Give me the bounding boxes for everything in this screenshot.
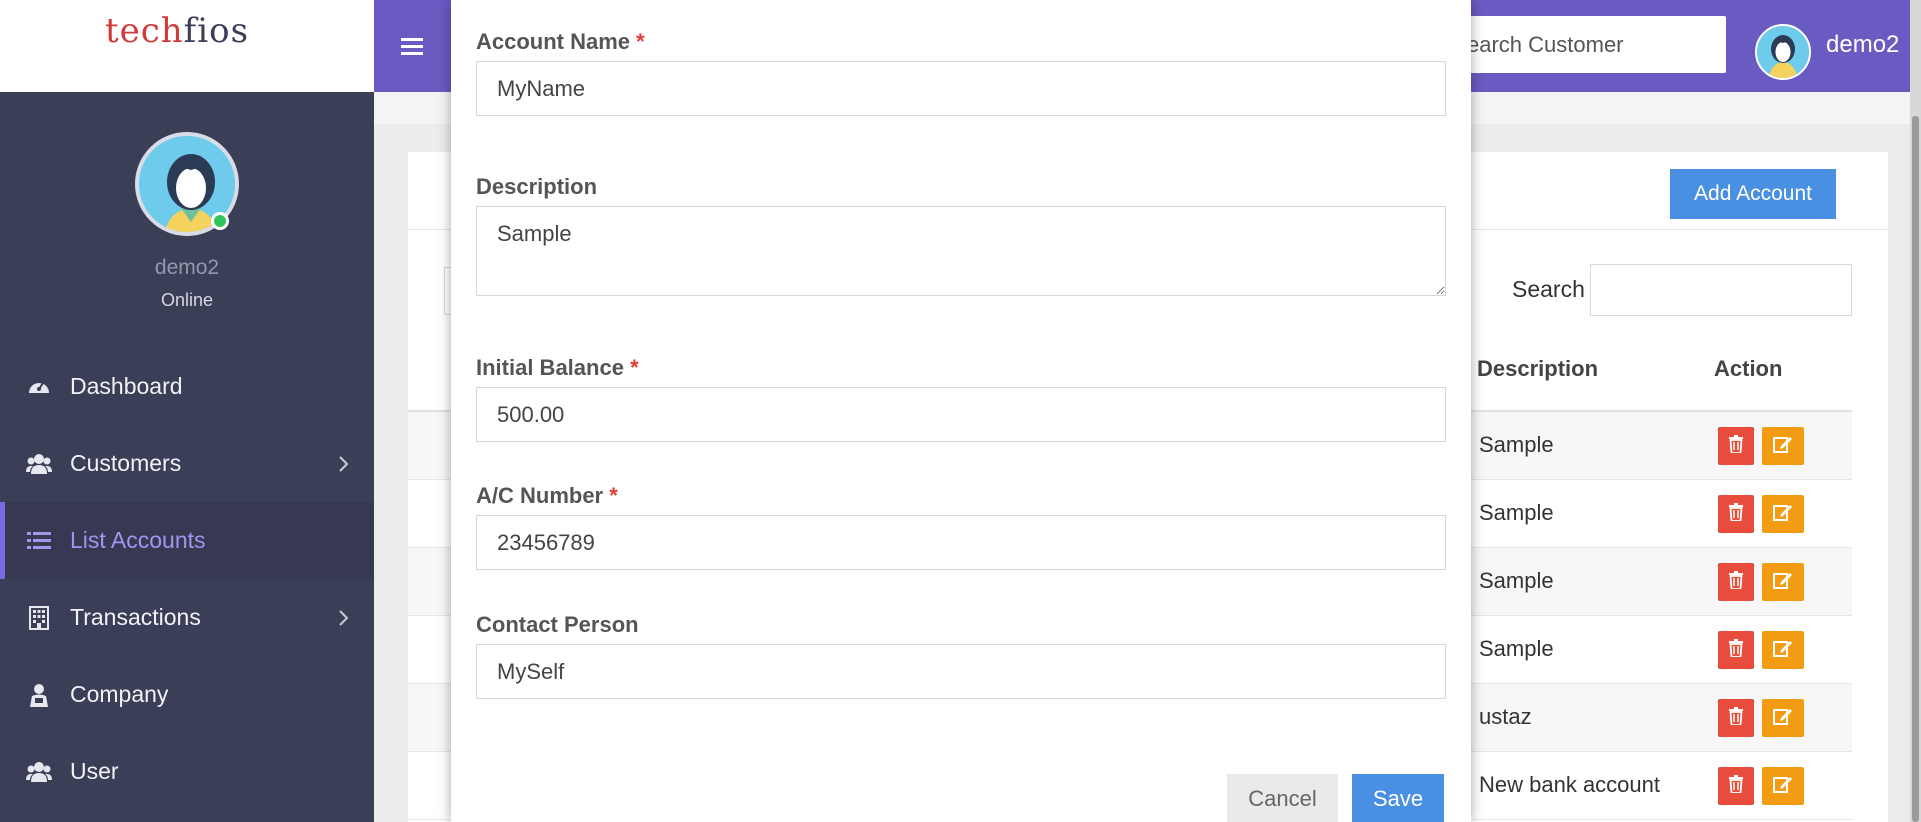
- sidebar-item-transactions[interactable]: Transactions: [0, 579, 374, 656]
- chevron-right-icon: [332, 453, 354, 475]
- user-avatar[interactable]: [1755, 24, 1811, 80]
- sidebar-nav: Dashboard Customers List Accounts Transa…: [0, 348, 374, 810]
- list-icon: [26, 528, 52, 554]
- trash-icon: [1728, 570, 1744, 594]
- row-description: ustaz: [1479, 704, 1532, 729]
- edit-button[interactable]: [1762, 427, 1804, 465]
- edit-icon: [1773, 707, 1793, 730]
- chevron-right-icon: [332, 607, 354, 629]
- online-status-dot: [211, 212, 229, 230]
- users-icon: [26, 759, 52, 785]
- app-logo[interactable]: techfios: [105, 11, 249, 51]
- contact-person-input[interactable]: [476, 644, 1446, 699]
- sidebar-item-label: Dashboard: [70, 373, 183, 399]
- delete-button[interactable]: [1718, 631, 1754, 669]
- sidebar-item-label: Company: [70, 681, 169, 707]
- edit-button[interactable]: [1762, 495, 1804, 533]
- required-mark: *: [636, 29, 645, 54]
- page-scrollbar-thumb[interactable]: [1912, 116, 1919, 822]
- delete-button[interactable]: [1718, 699, 1754, 737]
- contact-person-label: Contact Person: [476, 612, 639, 637]
- required-mark: *: [609, 483, 618, 508]
- edit-account-modal: Account Name * Description Sample Initia…: [451, 0, 1471, 822]
- logo-container[interactable]: techfios: [0, 0, 374, 92]
- edit-icon: [1773, 639, 1793, 662]
- initial-balance-label: Initial Balance *: [476, 355, 639, 380]
- sidebar: techfios demo2 Online Dashboard Customer…: [0, 0, 374, 822]
- row-description: Sample: [1479, 568, 1554, 593]
- header-user-name[interactable]: demo2: [1826, 31, 1899, 59]
- logo-part-2: fios: [183, 11, 250, 51]
- edit-button[interactable]: [1762, 767, 1804, 805]
- trash-icon: [1728, 638, 1744, 662]
- sidebar-item-label: Transactions: [70, 604, 201, 630]
- row-description: Sample: [1479, 432, 1554, 457]
- sidebar-item-dashboard[interactable]: Dashboard: [0, 348, 374, 425]
- account-name-input[interactable]: [476, 61, 1446, 116]
- row-description: Sample: [1479, 636, 1554, 661]
- delete-button[interactable]: [1718, 767, 1754, 805]
- edit-icon: [1773, 435, 1793, 458]
- sidebar-item-customers[interactable]: Customers: [0, 425, 374, 502]
- required-mark: *: [630, 355, 639, 380]
- initial-balance-input[interactable]: [476, 387, 1446, 442]
- ac-number-label: A/C Number *: [476, 483, 618, 508]
- edit-button[interactable]: [1762, 563, 1804, 601]
- table-search-label: Search: [1512, 276, 1585, 302]
- column-header-action: Action: [1714, 356, 1783, 381]
- add-account-button[interactable]: Add Account: [1670, 169, 1836, 219]
- sidebar-item-label: List Accounts: [70, 527, 206, 553]
- cancel-button[interactable]: Cancel: [1227, 774, 1338, 822]
- delete-button[interactable]: [1718, 563, 1754, 601]
- edit-button[interactable]: [1762, 631, 1804, 669]
- row-description: New bank account: [1479, 772, 1660, 797]
- hamburger-menu-icon[interactable]: [394, 28, 430, 64]
- trash-icon: [1728, 774, 1744, 798]
- save-button[interactable]: Save: [1352, 774, 1444, 822]
- trash-icon: [1728, 434, 1744, 458]
- trash-icon: [1728, 502, 1744, 526]
- edit-icon: [1773, 503, 1793, 526]
- edit-icon: [1773, 775, 1793, 798]
- delete-button[interactable]: [1718, 495, 1754, 533]
- sidebar-item-user[interactable]: User: [0, 733, 374, 810]
- sidebar-profile: demo2 Online: [0, 132, 374, 311]
- account-name-label: Account Name *: [476, 29, 645, 54]
- sidebar-item-list-accounts[interactable]: List Accounts: [0, 502, 374, 579]
- profile-name: demo2: [154, 256, 220, 279]
- delete-button[interactable]: [1718, 427, 1754, 465]
- users-icon: [26, 451, 52, 477]
- sidebar-item-company[interactable]: Company: [0, 656, 374, 733]
- description-textarea[interactable]: Sample: [476, 206, 1446, 296]
- sidebar-item-label: User: [70, 758, 119, 784]
- edit-button[interactable]: [1762, 699, 1804, 737]
- row-description: Sample: [1479, 500, 1554, 525]
- search-customer-input[interactable]: earch Customer: [1459, 16, 1726, 73]
- building-icon: [26, 605, 52, 631]
- description-label: Description: [476, 174, 598, 199]
- trash-icon: [1728, 706, 1744, 730]
- profile-status: Online: [160, 290, 214, 310]
- column-header-description[interactable]: Description: [1477, 356, 1598, 382]
- briefcase-icon: [26, 682, 52, 708]
- ac-number-input[interactable]: [476, 515, 1446, 570]
- dashboard-icon: [26, 374, 52, 400]
- table-search-input[interactable]: [1590, 264, 1852, 316]
- sidebar-item-label: Customers: [70, 450, 182, 476]
- edit-icon: [1773, 571, 1793, 594]
- logo-part-1: tech: [104, 11, 184, 51]
